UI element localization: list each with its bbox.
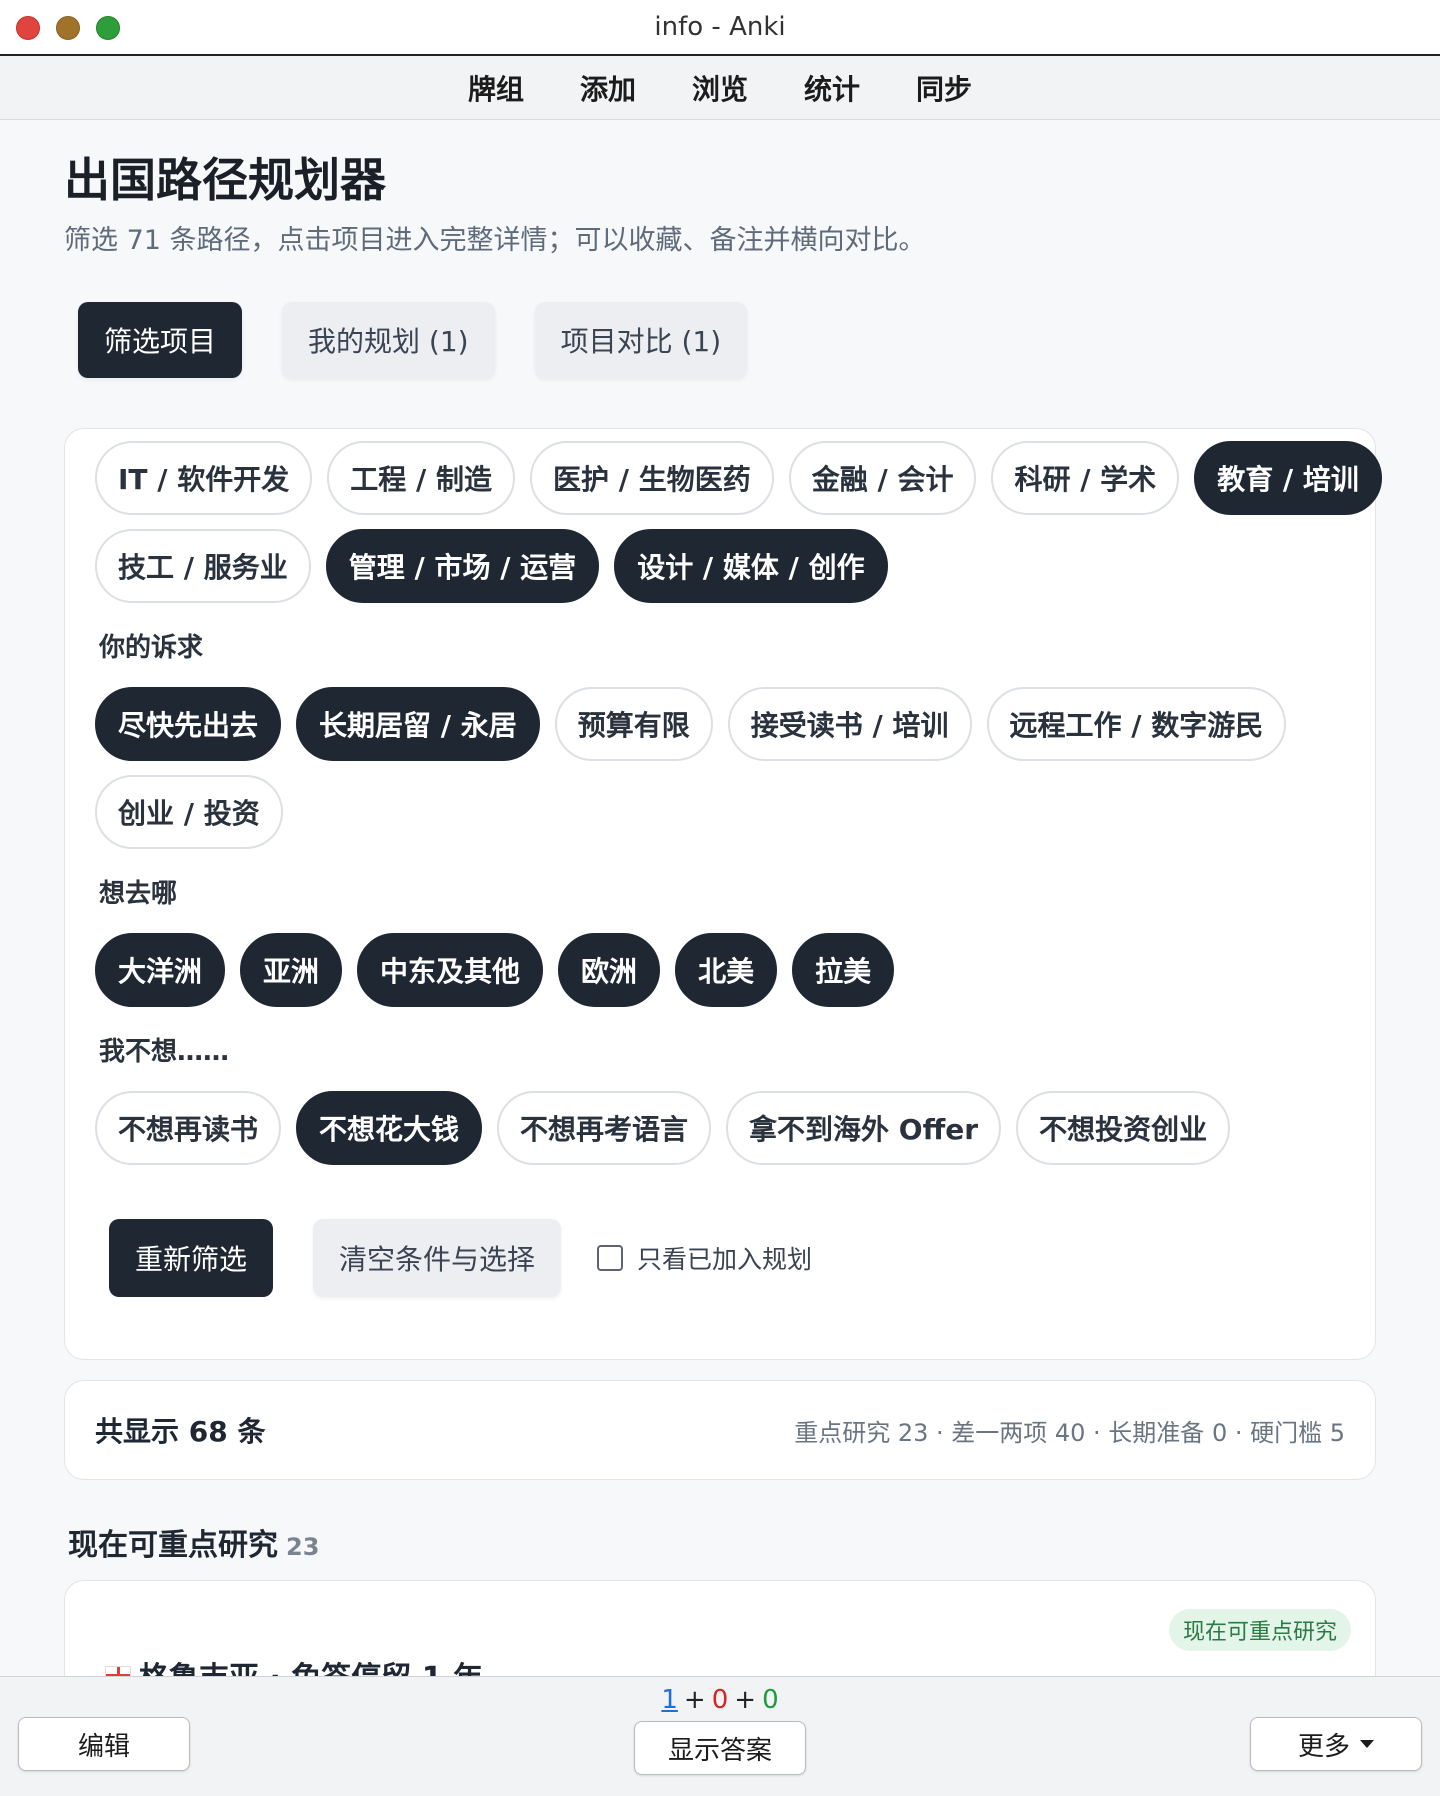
chip-goal-limited-budget[interactable]: 预算有限: [554, 687, 713, 761]
regions-label: 想去哪: [99, 879, 178, 909]
review-bottombar: 1 +0 +0 编辑 显示答案 更多: [0, 1676, 1440, 1796]
chip-goal-permanent-residence[interactable]: 长期居留 / 永居: [296, 687, 540, 761]
menu-add[interactable]: 添加: [580, 68, 636, 108]
industry-chips-row-2: 技工 / 服务业 管理 / 市场 / 运营 设计 / 媒体 / 创作: [95, 529, 888, 603]
goal-chips-row-2: 创业 / 投资: [95, 775, 283, 849]
maximize-window-button[interactable]: [96, 16, 120, 40]
route-title: 格鲁吉亚 · 免签停留 1 年: [105, 1653, 483, 1676]
only-planned-toggle[interactable]: 只看已加入规划: [597, 1240, 812, 1276]
top-menubar: 牌组 添加 浏览 统计 同步: [0, 56, 1440, 120]
industry-chips-row-1: IT / 软件开发 工程 / 制造 医护 / 生物医药 金融 / 会计 科研 /…: [95, 441, 1382, 515]
chip-region-middle-east[interactable]: 中东及其他: [357, 933, 544, 1007]
chip-region-europe[interactable]: 欧洲: [558, 933, 661, 1007]
chip-region-asia[interactable]: 亚洲: [240, 933, 343, 1007]
filter-actions: 重新筛选 清空条件与选择 只看已加入规划: [109, 1219, 812, 1297]
only-planned-checkbox[interactable]: [597, 1245, 624, 1271]
menu-sync[interactable]: 同步: [916, 68, 972, 108]
chip-industry-design[interactable]: 设计 / 媒体 / 创作: [614, 529, 888, 603]
filter-panel: IT / 软件开发 工程 / 制造 医护 / 生物医药 金融 / 会计 科研 /…: [64, 428, 1382, 1360]
chevron-down-icon: [1360, 1740, 1374, 1748]
avoid-label: 我不想……: [99, 1037, 230, 1067]
chip-industry-it[interactable]: IT / 软件开发: [95, 441, 313, 515]
traffic-lights: [16, 16, 120, 40]
chip-industry-trades[interactable]: 技工 / 服务业: [95, 529, 311, 603]
region-chips: 大洋洲 亚洲 中东及其他 欧洲 北美 拉美: [95, 933, 895, 1007]
route-title-text: 格鲁吉亚 · 免签停留 1 年: [139, 1653, 483, 1676]
avoid-chips: 不想再读书 不想花大钱 不想再考语言 拿不到海外 Offer 不想投资创业: [95, 1091, 1231, 1165]
chip-avoid-study[interactable]: 不想再读书: [95, 1091, 282, 1165]
route-card[interactable]: 现在可重点研究 格鲁吉亚 · 免签停留 1 年: [64, 1580, 1376, 1676]
more-button-label: 更多: [1297, 1731, 1350, 1762]
chip-goal-remote-work[interactable]: 远程工作 / 数字游民: [986, 687, 1287, 761]
chip-avoid-no-offer[interactable]: 拿不到海外 Offer: [726, 1091, 1002, 1165]
plus-sign: +: [734, 1685, 757, 1715]
tab-my-plan[interactable]: 我的规划 (1): [282, 302, 495, 378]
chip-goal-leave-soon[interactable]: 尽快先出去: [95, 687, 282, 761]
menu-browse[interactable]: 浏览: [692, 68, 748, 108]
page-subtitle: 筛选 71 条路径，点击项目进入完整详情；可以收藏、备注并横向对比。: [64, 225, 926, 256]
chip-region-north-america[interactable]: 北美: [675, 933, 778, 1007]
new-count: 1: [661, 1685, 678, 1715]
review-count: 0: [762, 1685, 779, 1715]
results-count: 共显示 68 条: [95, 1415, 266, 1448]
edit-button[interactable]: 编辑: [18, 1717, 190, 1771]
minimize-window-button[interactable]: [56, 16, 80, 40]
tab-compare[interactable]: 项目对比 (1): [534, 302, 748, 378]
window-title: info - Anki: [654, 12, 786, 42]
due-counts: 1 +0 +0: [0, 1685, 1440, 1715]
view-tabs: 筛选项目 我的规划 (1) 项目对比 (1): [78, 302, 748, 378]
section-heading: 现在可重点研究 23: [68, 1520, 319, 1564]
learn-count: 0: [711, 1685, 729, 1715]
chip-industry-engineering[interactable]: 工程 / 制造: [327, 441, 515, 515]
chip-industry-finance[interactable]: 金融 / 会计: [788, 441, 977, 515]
status-badge: 现在可重点研究: [1168, 1609, 1351, 1651]
results-breakdown: 重点研究 23 · 差一两项 40 · 长期准备 0 · 硬门槛 5: [794, 1418, 1345, 1447]
plus-sign: +: [683, 1685, 706, 1715]
page-title: 出国路径规划器: [64, 153, 386, 207]
chip-region-oceania[interactable]: 大洋洲: [95, 933, 226, 1007]
chip-region-latin-america[interactable]: 拉美: [792, 933, 895, 1007]
goals-label: 你的诉求: [99, 633, 204, 663]
chip-industry-management[interactable]: 管理 / 市场 / 运营: [325, 529, 600, 603]
more-button[interactable]: 更多: [1250, 1717, 1422, 1771]
show-answer-button[interactable]: 显示答案: [634, 1721, 806, 1775]
chip-avoid-language-test[interactable]: 不想再考语言: [497, 1091, 712, 1165]
results-summary: 共显示 68 条 重点研究 23 · 差一两项 40 · 长期准备 0 · 硬门…: [64, 1380, 1376, 1480]
goal-chips-row-1: 尽快先出去 长期居留 / 永居 预算有限 接受读书 / 培训 远程工作 / 数字…: [95, 687, 1287, 761]
chip-avoid-invest[interactable]: 不想投资创业: [1016, 1091, 1231, 1165]
close-window-button[interactable]: [16, 16, 40, 40]
refilter-button[interactable]: 重新筛选: [109, 1219, 274, 1297]
chip-goal-study[interactable]: 接受读书 / 培训: [727, 687, 972, 761]
clear-filters-button[interactable]: 清空条件与选择: [313, 1219, 562, 1297]
menu-stats[interactable]: 统计: [804, 68, 860, 108]
section-count: 23: [286, 1533, 320, 1561]
tab-filter-projects[interactable]: 筛选项目: [78, 302, 243, 378]
only-planned-label: 只看已加入规划: [637, 1245, 813, 1274]
chip-goal-startup[interactable]: 创业 / 投资: [95, 775, 283, 849]
window-titlebar: info - Anki: [0, 0, 1440, 56]
chip-industry-research[interactable]: 科研 / 学术: [991, 441, 1180, 515]
section-title: 现在可重点研究: [68, 1528, 278, 1563]
menu-decks[interactable]: 牌组: [468, 68, 524, 108]
georgia-flag-icon: [105, 1666, 131, 1676]
card-content: 出国路径规划器 筛选 71 条路径，点击项目进入完整详情；可以收藏、备注并横向对…: [0, 120, 1440, 1676]
chip-industry-education[interactable]: 教育 / 培训: [1194, 441, 1382, 515]
chip-avoid-spend[interactable]: 不想花大钱: [296, 1091, 483, 1165]
chip-industry-medical[interactable]: 医护 / 生物医药: [529, 441, 774, 515]
